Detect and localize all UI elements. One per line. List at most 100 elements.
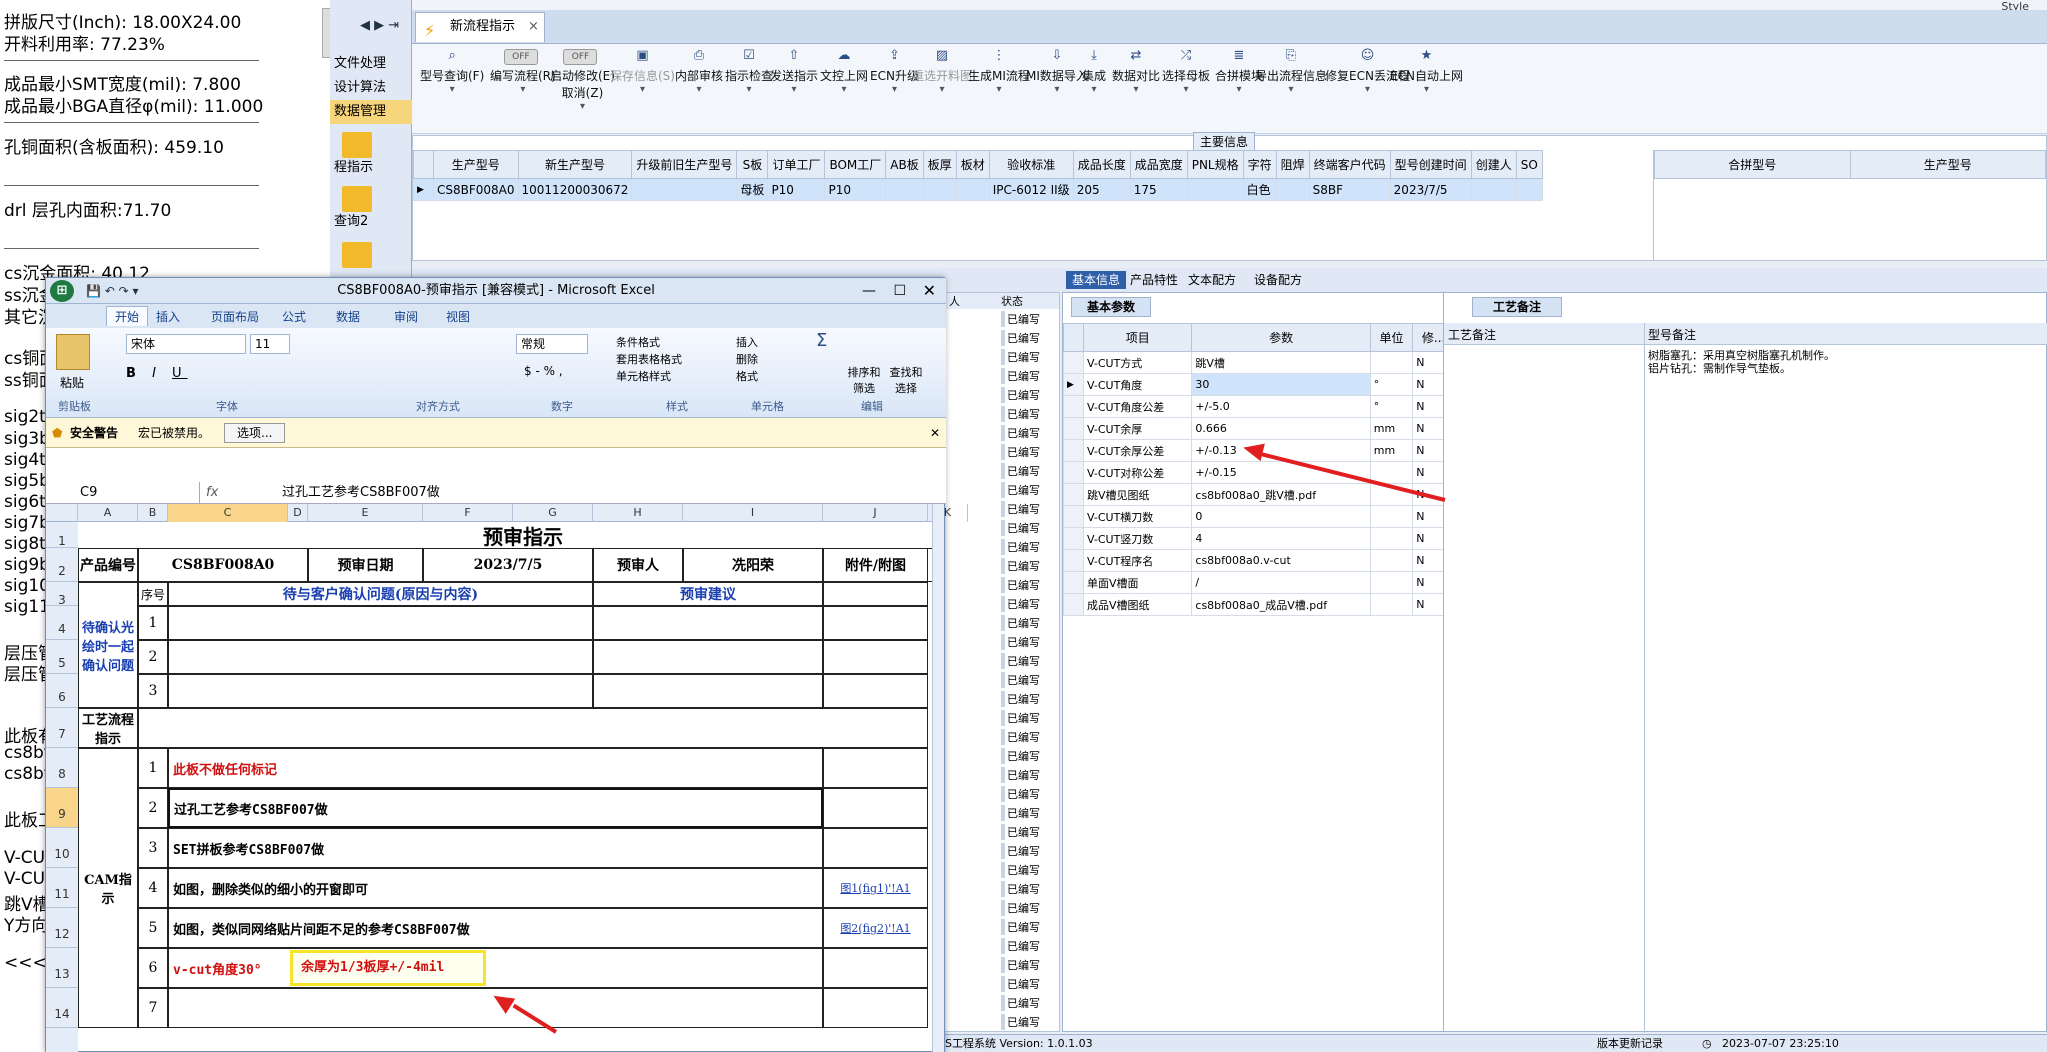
list-item[interactable]: 已编写 bbox=[1001, 976, 1040, 992]
main-cell[interactable] bbox=[1470, 178, 1517, 201]
format-button[interactable]: 格式 bbox=[736, 368, 758, 385]
cam-row-number[interactable]: 4 bbox=[138, 868, 168, 908]
row-header[interactable]: 1 bbox=[46, 522, 78, 548]
toolbar-button[interactable]: ⇧ 发送指示 ▾ bbox=[770, 48, 818, 95]
table-format-button[interactable]: 套用表格格式 bbox=[616, 351, 682, 368]
toolbar-button[interactable]: ⤮ 选择母板 ▾ bbox=[1162, 48, 1210, 95]
basic-cell[interactable] bbox=[1369, 571, 1414, 594]
basic-cell[interactable]: V-CUT余厚公差 bbox=[1082, 439, 1193, 462]
row-header[interactable]: 2 bbox=[46, 548, 78, 582]
formula-input[interactable]: 过孔工艺参考CS8BF007做 bbox=[282, 482, 440, 504]
main-cell[interactable]: 175 bbox=[1129, 178, 1188, 201]
cam-row-text[interactable]: 如图，类似同网络贴片间距不足的参考CS8BF007做 bbox=[168, 908, 823, 948]
detail-tab[interactable]: 产品特性 bbox=[1124, 271, 1184, 289]
product-code-value[interactable]: CS8BF008A0 bbox=[138, 548, 308, 582]
flow-cell[interactable] bbox=[138, 708, 928, 748]
list-item[interactable]: 已编写 bbox=[1001, 938, 1040, 954]
main-cell[interactable]: 2023/7/5 bbox=[1389, 178, 1472, 201]
column-header[interactable]: C bbox=[168, 504, 288, 522]
font-name-select[interactable]: 宋体 bbox=[126, 334, 246, 354]
row-header[interactable]: 4 bbox=[46, 606, 78, 640]
sheet-title[interactable]: 预审指示 bbox=[78, 522, 936, 549]
list-item[interactable]: 已编写 bbox=[1001, 634, 1040, 650]
list-item[interactable]: 已编写 bbox=[1001, 615, 1040, 631]
chevron-down-icon[interactable]: ▾ bbox=[420, 84, 484, 95]
quick-access-toolbar[interactable]: 💾 ↶ ↷ ▾ bbox=[86, 278, 139, 304]
main-cell[interactable]: P10 bbox=[824, 178, 887, 201]
attach-cell[interactable] bbox=[823, 606, 928, 640]
column-header[interactable]: I bbox=[683, 504, 823, 522]
cam-row-link[interactable] bbox=[823, 748, 928, 788]
basic-cell[interactable]: V-CUT对称公差 bbox=[1082, 461, 1193, 484]
basic-col-header[interactable]: 参数 bbox=[1191, 323, 1371, 352]
toolbar-button[interactable]: ⤓ 集成 ▾ bbox=[1082, 48, 1106, 95]
reviewer-value[interactable]: 冼阳荣 bbox=[683, 548, 823, 582]
toolbar-button[interactable]: OFF 编写流程(R) ▾ bbox=[490, 48, 556, 95]
table-row[interactable]: V-CUT角度公差 +/-5.0 ° N bbox=[1063, 395, 1455, 418]
row-header[interactable]: 11 bbox=[46, 868, 78, 908]
main-cell[interactable]: S8BF bbox=[1308, 178, 1391, 201]
attachment-label[interactable]: 附件/附图 bbox=[823, 548, 928, 582]
list-item[interactable]: 已编写 bbox=[1001, 558, 1040, 574]
basic-cell[interactable]: 0.666 bbox=[1191, 417, 1371, 440]
chevron-down-icon[interactable]: ▾ bbox=[1082, 84, 1106, 95]
list-item[interactable]: 已编写 bbox=[1001, 805, 1040, 821]
main-col-header[interactable]: 型号创建时间 bbox=[1389, 150, 1472, 179]
list-item[interactable]: 已编写 bbox=[1001, 520, 1040, 536]
main-col-header[interactable]: PNL规格 bbox=[1186, 150, 1244, 179]
list-item[interactable]: 已编写 bbox=[1001, 672, 1040, 688]
suggest-label[interactable]: 预审建议 bbox=[593, 582, 823, 606]
list-item[interactable]: 已编写 bbox=[1001, 425, 1040, 441]
list-item[interactable]: 已编写 bbox=[1001, 710, 1040, 726]
ribbon-tab[interactable]: 视图 bbox=[446, 308, 470, 325]
select-all-corner[interactable] bbox=[46, 504, 78, 522]
list-item[interactable]: 已编写 bbox=[1001, 539, 1040, 555]
chevron-down-icon[interactable]: ▾ bbox=[1026, 84, 1088, 95]
sigma-icon[interactable]: Σ bbox=[816, 330, 827, 351]
model-remark-text[interactable]: 树脂塞孔：采用真空树脂塞孔机制作。 铝片钻孔：需制作导气垫板。 bbox=[1648, 349, 1835, 375]
table-row[interactable]: ▶ V-CUT角度 30 ° N bbox=[1063, 373, 1455, 396]
list-item[interactable]: 已编写 bbox=[1001, 881, 1040, 897]
nav-arrows[interactable]: ◀ ▶ ⇥ bbox=[360, 18, 399, 33]
list-item[interactable]: 已编写 bbox=[1001, 995, 1040, 1011]
main-cell[interactable]: CS8BF008A0 bbox=[433, 178, 519, 201]
pending-label[interactable]: 待确认光绘时一起确认问题 bbox=[78, 582, 138, 708]
basic-cell[interactable]: V-CUT横刀数 bbox=[1082, 505, 1193, 528]
table-row[interactable]: V-CUT横刀数 0 N bbox=[1063, 505, 1455, 528]
main-cell[interactable]: P10 bbox=[767, 178, 826, 201]
main-col-header[interactable]: 新生产型号 bbox=[517, 150, 633, 179]
main-col-header[interactable]: AB板 bbox=[885, 150, 924, 179]
main-col-header[interactable]: BOM工厂 bbox=[824, 150, 887, 179]
paste-icon[interactable] bbox=[56, 334, 90, 370]
chevron-down-icon[interactable]: ▾ bbox=[912, 84, 972, 95]
list-item[interactable]: 已编写 bbox=[1001, 444, 1040, 460]
list-item[interactable]: 已编写 bbox=[1001, 463, 1040, 479]
cam-row-number[interactable]: 6 bbox=[138, 948, 168, 988]
table-row[interactable]: 成品V槽图纸 cs8bf008a0_成品V槽.pdf N bbox=[1063, 593, 1455, 616]
detail-tab[interactable]: 基本信息 bbox=[1066, 271, 1127, 289]
main-col-header[interactable]: 板材 bbox=[955, 150, 990, 179]
basic-cell[interactable]: 跳V槽见图纸 bbox=[1082, 483, 1193, 506]
main-cell[interactable]: 母板 bbox=[736, 178, 769, 201]
column-header[interactable]: J bbox=[823, 504, 928, 522]
name-box[interactable]: C9 bbox=[50, 482, 200, 504]
side-col-header[interactable]: 合拼型号 bbox=[1654, 150, 1851, 179]
minimize-icon[interactable]: — bbox=[862, 278, 876, 304]
table-row[interactable]: V-CUT方式 跳V槽 N bbox=[1063, 351, 1455, 374]
cam-row-link[interactable]: 图1(fig1)'!A1 bbox=[823, 868, 928, 908]
find-select-button[interactable]: 查找和选择 bbox=[886, 364, 926, 396]
nav-item-query[interactable]: 查询2 bbox=[330, 210, 412, 234]
basic-col-header[interactable]: 项目 bbox=[1082, 323, 1193, 352]
row-header[interactable]: 5 bbox=[46, 640, 78, 674]
basic-params-tab[interactable]: 基本参数 bbox=[1071, 297, 1151, 317]
row-header[interactable]: 7 bbox=[46, 708, 78, 748]
styles-group[interactable]: 条件格式 套用表格格式 单元格样式 bbox=[616, 334, 682, 385]
cam-label[interactable]: CAM指示 bbox=[78, 748, 138, 1028]
column-header[interactable]: D bbox=[288, 504, 308, 522]
row-header[interactable]: 10 bbox=[46, 828, 78, 868]
toolbar-button[interactable]: ⎘ 导出流程信息 ▾ bbox=[1255, 48, 1327, 95]
list-item[interactable]: 已编写 bbox=[1001, 691, 1040, 707]
fx-icon[interactable]: fx bbox=[206, 482, 218, 504]
list-item[interactable]: 已编写 bbox=[1001, 748, 1040, 764]
seq-label[interactable]: 序号 bbox=[138, 582, 168, 606]
